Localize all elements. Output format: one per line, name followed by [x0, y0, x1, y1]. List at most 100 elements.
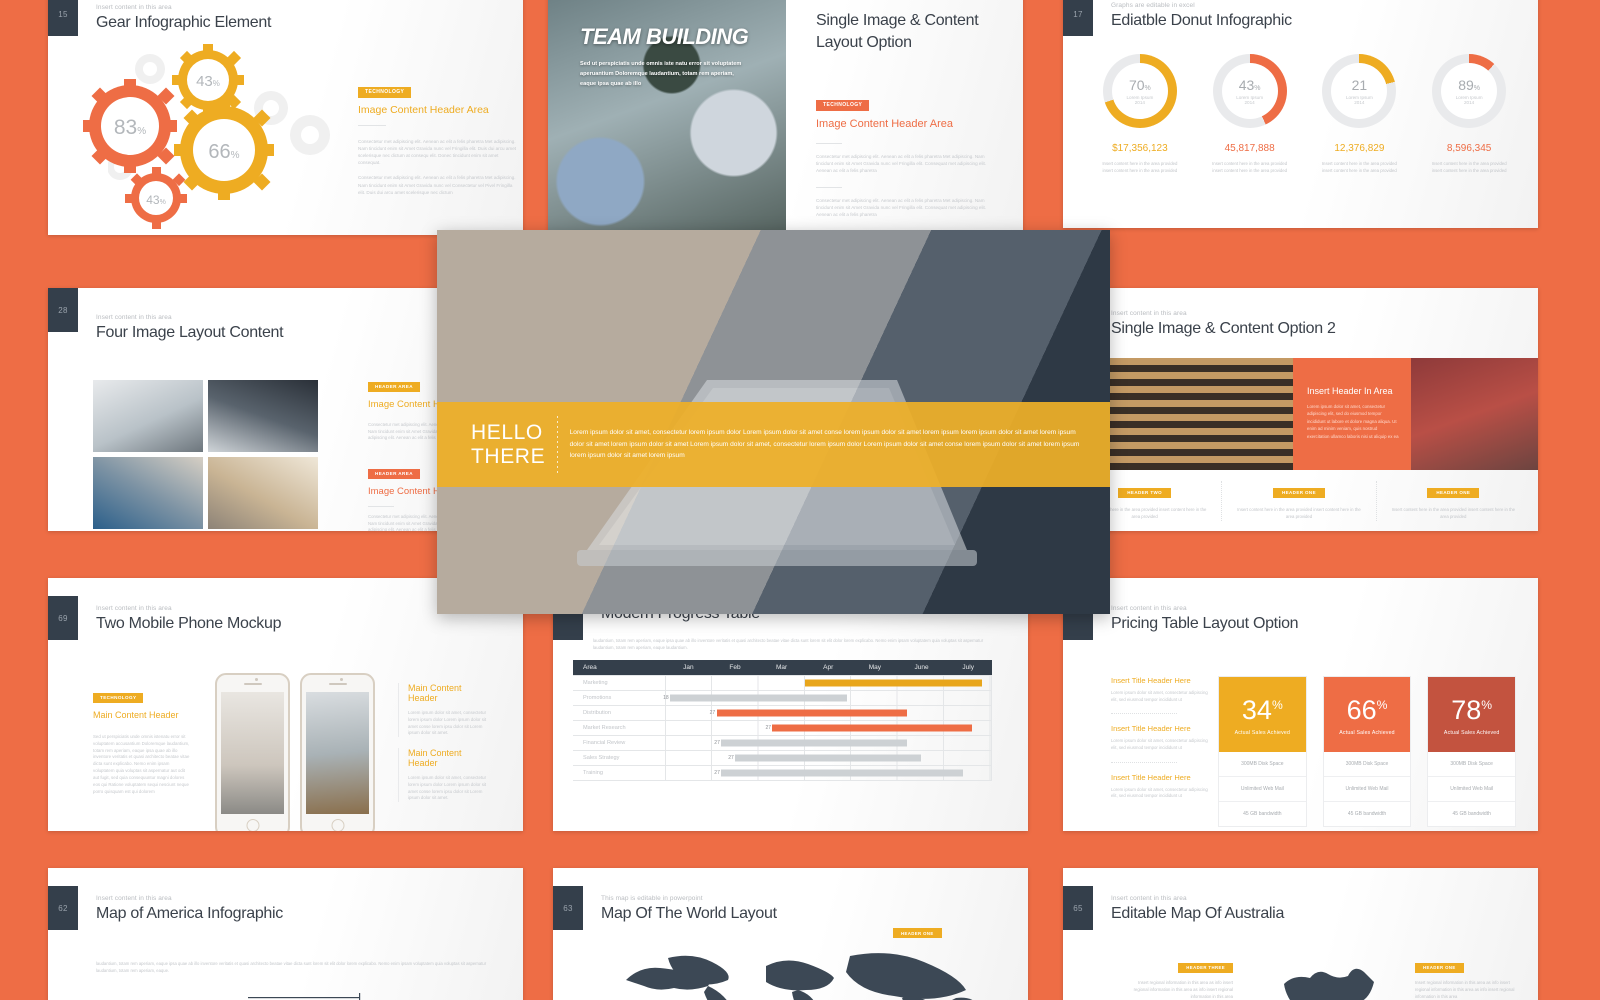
- card-feature: 300MB Disk Space: [1219, 752, 1306, 777]
- card-caption: Actual Sales Achieved: [1234, 730, 1291, 736]
- donut-caption: Insert content here in the area provided…: [1102, 161, 1178, 173]
- slide-progress-table[interactable]: Modern Progress Table laudantium, totam …: [553, 578, 1028, 831]
- hero-overlay-slide[interactable]: HELLO THERE Lorem ipsum dolor sit amet, …: [437, 230, 1110, 614]
- gantt-bar-value: 27: [709, 709, 716, 716]
- donut-item: 21 Lorem Ipsum 2014 12,376,829 Insert co…: [1305, 54, 1415, 174]
- card-head: 78% Actual Sales Achieved: [1428, 677, 1516, 752]
- slide-kicker: Insert content in this area: [96, 4, 172, 11]
- panel-header: Insert Header In Area: [1307, 386, 1393, 396]
- phone-camera-icon: [339, 678, 343, 681]
- donut-year: 2014: [1134, 99, 1145, 105]
- row-area-label: Market Research: [573, 719, 666, 736]
- slide-gear-infographic[interactable]: 15 Insert content in this area Gear Info…: [48, 0, 523, 235]
- gear-group: 43% 83% 66% 43%: [83, 44, 274, 229]
- card-percent: 78%: [1451, 695, 1493, 725]
- row-bar-cell: 18: [663, 689, 992, 706]
- card-head: 34% Actual Sales Achieved: [1219, 677, 1306, 752]
- card-feature: 45 GB bandwidth: [1243, 811, 1282, 817]
- slide-number-badge: 28: [48, 288, 78, 332]
- row-area-label: Training: [573, 764, 666, 781]
- donut-year: 2014: [1244, 99, 1255, 105]
- phone-speaker-icon: [328, 683, 347, 685]
- divider: [358, 125, 386, 126]
- orange-content-panel: Insert Header In Area Lorem ipsum dolor …: [1293, 358, 1411, 470]
- content-header: Image Content Header Area: [358, 104, 489, 116]
- gantt-bar: [735, 754, 922, 761]
- phone-speaker-icon: [243, 683, 262, 685]
- slide-number-badge: 65: [1063, 886, 1093, 930]
- row-bar-cell: 27: [664, 704, 992, 721]
- gear-66-amber: 66%: [174, 100, 274, 200]
- pricing-card[interactable]: 78% Actual Sales Achieved 300MB Disk Spa…: [1427, 676, 1517, 827]
- hero-caption-band: HELLO THERE Lorem ipsum dolor sit amet, …: [437, 402, 1110, 487]
- donut-year: 2014: [1354, 99, 1365, 105]
- phone-camera-icon: [254, 678, 258, 681]
- paragraph: Lorem ipsum dolor sit amet, consectetur …: [408, 710, 487, 736]
- region-text: Insert regional information in this area…: [1415, 980, 1515, 999]
- card-head: 66% Actual Sales Achieved: [1323, 677, 1411, 752]
- row-area-label: Promotions: [573, 689, 666, 706]
- slide-title: Map Of The World Layout: [601, 905, 777, 922]
- slide-title: Single Image & Content Option 2: [1111, 320, 1336, 337]
- header-area-tag: HEADER AREA: [368, 468, 420, 479]
- table-row: Sales Strategy 27: [573, 749, 992, 766]
- phone-home-button-icon: [331, 819, 344, 831]
- slide-pricing-table[interactable]: Insert content in this area Pricing Tabl…: [1063, 578, 1538, 831]
- technology-tag: TECHNOLOGY: [816, 99, 870, 111]
- hero-paragraph: Lorem ipsum dolor sit amet, consectetur …: [569, 429, 1080, 460]
- left-item: Insert Title Header Here Lorem ipsum dol…: [1111, 773, 1211, 800]
- photo-overlay-text: Sed ut perspiciatis unde omnis iste natu…: [580, 61, 742, 87]
- slide-number-badge: 63: [553, 886, 583, 930]
- world-map-shape: [626, 953, 973, 1000]
- donut-row: 70% Lorem Ipsum 2014 $17,356,123 Insert …: [1085, 54, 1524, 174]
- australia-map-shape: [1284, 968, 1374, 1000]
- slide-map-america[interactable]: 62 Insert content in this area Map of Am…: [48, 868, 523, 1000]
- slide-title: Two Mobile Phone Mockup: [96, 615, 282, 632]
- row-area-label: Sales Strategy: [573, 749, 666, 766]
- table-row: Distribution 27: [573, 704, 992, 721]
- footer-text: Insert content here in the area provided…: [1237, 507, 1361, 519]
- paragraph-1: Consectetur met adipiscing elit. Aenean …: [816, 154, 987, 174]
- donut-year: 2014: [1464, 99, 1475, 105]
- donut-value: 43%: [1238, 76, 1261, 93]
- donut-amount: 12,376,829: [1334, 143, 1385, 154]
- col-header-july: July: [944, 660, 992, 675]
- donut-chart-43: 43% Lorem Ipsum 2014: [1212, 54, 1287, 128]
- left-item: Insert Title Header Here Lorem ipsum dol…: [1111, 676, 1211, 715]
- region-text: Insert regional information in this area…: [1133, 980, 1233, 999]
- slide-map-australia[interactable]: 65 Insert content in this area Editable …: [1063, 868, 1538, 1000]
- footer-item: HEADER ONE Insert content here in the ar…: [1222, 481, 1377, 521]
- card-feature: 45 GB bandwidth: [1347, 811, 1387, 817]
- pricing-card[interactable]: 66% Actual Sales Achieved 300MB Disk Spa…: [1322, 676, 1412, 827]
- card-percent: 34%: [1241, 695, 1283, 725]
- col-header-apr: Apr: [804, 660, 852, 675]
- divider: [368, 506, 394, 507]
- item-text: Lorem ipsum dolor sit amet, consectetur …: [1111, 690, 1208, 702]
- gantt-bar-value: 27: [728, 754, 734, 761]
- col-header-june: June: [898, 660, 945, 675]
- phone-screen-1: [221, 692, 284, 814]
- paragraph: Lorem ipsum dolor sit amet, consectetur …: [408, 775, 487, 801]
- slide-map-world[interactable]: 63 This map is editable in powerpoint Ma…: [553, 868, 1028, 1000]
- slide-mobile-mockup[interactable]: 69 Insert content in this area Two Mobil…: [48, 578, 523, 831]
- phone-home-button-icon: [246, 819, 259, 831]
- donut-value: 21: [1351, 76, 1368, 93]
- divider: [816, 186, 842, 188]
- donut-caption: Insert content here in the area provided…: [1321, 161, 1397, 173]
- slide-donut-infographic[interactable]: 17 Graphs are editable in excel Ediatble…: [1063, 0, 1538, 228]
- gantt-bar-value: 27: [714, 739, 720, 746]
- slide-single-image-option-2[interactable]: Insert content in this area Single Image…: [1063, 288, 1538, 531]
- slide-kicker: Insert content in this area: [1111, 895, 1187, 902]
- paragraph-2: Consectetur met adipiscing elit. Aenean …: [816, 197, 987, 217]
- slide-title: Gear Infographic Element: [96, 14, 272, 31]
- pricing-card[interactable]: 34% Actual Sales Achieved 300MB Disk Spa…: [1218, 676, 1307, 827]
- header-three-tag: HEADER THREE: [1178, 962, 1233, 973]
- row-area-label: Distribution: [573, 704, 666, 721]
- table-row: Financial Review 27: [573, 734, 992, 751]
- header-tag: HEADER ONE: [1427, 487, 1480, 498]
- slide-single-image-content[interactable]: TEAM BUILDING Sed ut perspiciatis unde o…: [548, 0, 1023, 235]
- row-bar-cell: 27: [664, 734, 992, 751]
- donut-caption: Insert content here in the area provided…: [1212, 161, 1288, 173]
- technology-tag: TECHNOLOGY: [93, 692, 144, 703]
- paragraph-1: Consectetur met adipiscing elit. Aenean …: [358, 139, 517, 166]
